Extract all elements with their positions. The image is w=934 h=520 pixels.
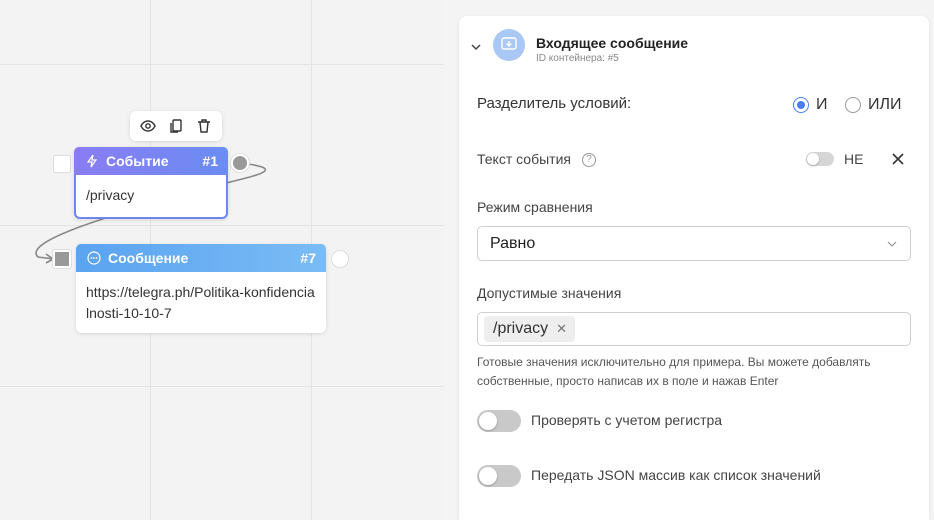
not-toggle[interactable] [806, 152, 834, 166]
allowed-values-hint: Готовые значения исключительно для приме… [477, 355, 871, 388]
radio-and[interactable]: И [793, 96, 828, 114]
trash-icon [198, 119, 210, 133]
radio-indicator [793, 97, 809, 113]
node-input-port[interactable] [53, 155, 71, 173]
delete-button[interactable] [192, 114, 216, 138]
event-node[interactable]: Событие #1 /privacy [74, 147, 228, 219]
panel-header: Входящее сообщение ID контейнера: #5 [459, 16, 929, 76]
message-node[interactable]: Сообщение #7 https://telegra.ph/Politika… [76, 244, 326, 333]
case-sensitive-label: Проверять с учетом регистра [531, 412, 723, 428]
view-button[interactable] [136, 114, 160, 138]
toggle-knob [479, 467, 497, 485]
settings-panel: Входящее сообщение ID контейнера: #5 [459, 16, 929, 520]
close-icon[interactable] [891, 152, 905, 166]
event-node-id: #1 [202, 153, 218, 169]
radio-indicator [845, 97, 861, 113]
chevron-down-icon[interactable] [469, 40, 483, 54]
incoming-message-icon [493, 29, 525, 61]
message-node-title: Сообщение [108, 250, 189, 266]
panel-title: Входящее сообщение [536, 35, 689, 51]
event-node-title: Событие [106, 153, 169, 169]
json-array-label: Передать JSON массив как список значений [531, 467, 821, 483]
radio-or[interactable]: ИЛИ [845, 96, 902, 114]
panel-subtitle: ID контейнера: #5 [536, 53, 619, 64]
node-output-port[interactable] [331, 250, 349, 268]
flow-canvas[interactable]: Событие #1 /privacy Сообщение #7 https:/… [0, 0, 444, 520]
event-node-header: Событие #1 [74, 147, 228, 175]
copy-button[interactable] [164, 114, 188, 138]
node-toolbar [130, 111, 222, 141]
case-sensitive-toggle[interactable] [477, 410, 521, 432]
event-text-label: Текст события [477, 151, 571, 167]
separator-label: Разделитель условий: [477, 95, 632, 112]
allowed-values-label: Допустимые значения [477, 285, 622, 301]
value-tag-label: /privacy [493, 320, 549, 337]
compare-mode-label: Режим сравнения [477, 199, 593, 215]
chevron-down-icon [887, 241, 897, 247]
not-label: НЕ [844, 151, 864, 167]
toggle-knob [807, 153, 819, 165]
message-node-body: https://telegra.ph/Politika-konfidencial… [86, 284, 315, 321]
help-icon[interactable]: ? [582, 153, 596, 167]
remove-tag-icon[interactable]: ✕ [556, 321, 567, 337]
event-node-body: /privacy [86, 187, 135, 203]
message-node-id: #7 [300, 250, 316, 266]
message-node-header: Сообщение #7 [76, 244, 326, 272]
compare-mode-select[interactable]: Равно [477, 226, 911, 261]
copy-icon [170, 119, 182, 133]
chat-icon [86, 250, 102, 266]
value-tag: /privacy ✕ [484, 316, 576, 342]
node-output-port[interactable] [231, 154, 249, 172]
toggle-knob [479, 412, 497, 430]
eye-icon [140, 120, 156, 132]
node-input-port[interactable] [53, 250, 71, 268]
lightning-icon [84, 153, 100, 169]
radio-or-label: ИЛИ [868, 96, 902, 113]
json-array-toggle[interactable] [477, 465, 521, 487]
radio-and-label: И [816, 96, 828, 113]
allowed-values-input[interactable]: /privacy ✕ [477, 312, 911, 346]
compare-mode-value: Равно [490, 234, 536, 252]
